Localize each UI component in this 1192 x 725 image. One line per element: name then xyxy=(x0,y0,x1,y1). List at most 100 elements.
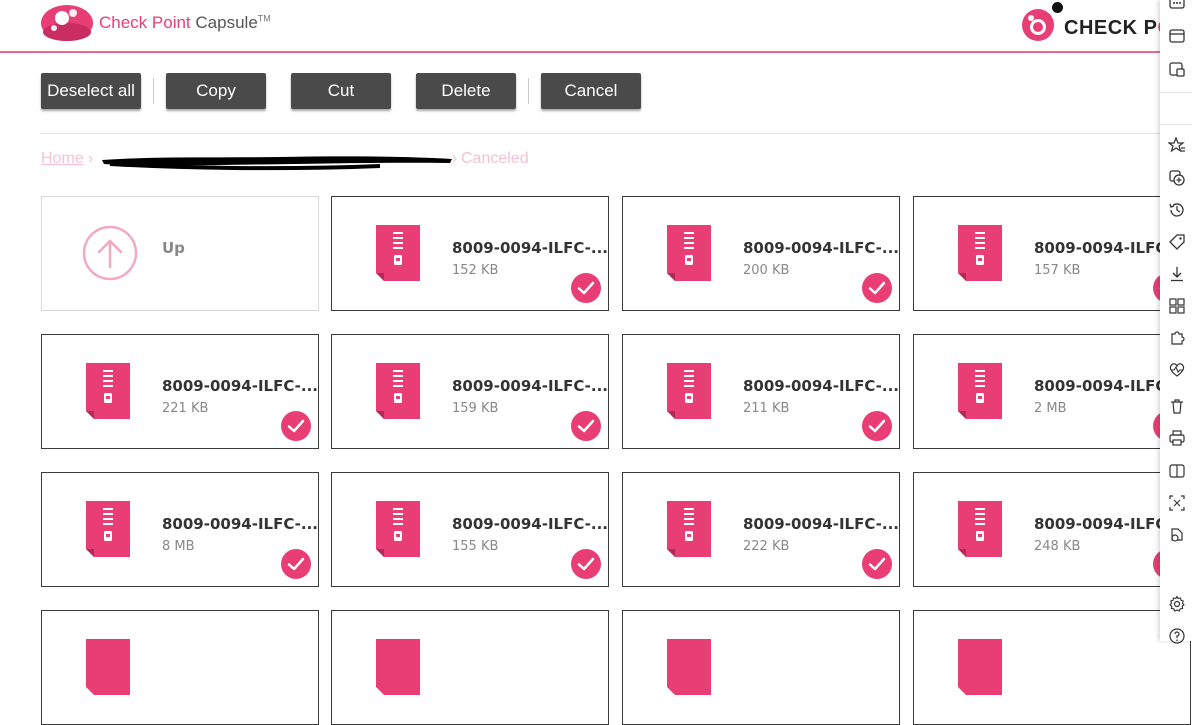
file-tile[interactable] xyxy=(622,610,900,725)
breadcrumb-separator: › xyxy=(452,150,458,167)
selected-check-icon[interactable] xyxy=(571,549,601,579)
health-icon[interactable] xyxy=(1168,361,1186,379)
extensions-icon[interactable] xyxy=(1168,329,1186,347)
collections-icon[interactable] xyxy=(1168,60,1186,78)
zip-file-icon xyxy=(667,225,711,281)
file-tile[interactable]: 8009-0094-ILFC-... 221 KB xyxy=(41,334,319,449)
sidebar-divider xyxy=(1160,92,1192,93)
tab-icon[interactable] xyxy=(1168,27,1186,45)
zip-file-icon xyxy=(376,363,420,419)
sidebar-divider xyxy=(1160,124,1192,125)
file-tile[interactable]: 8009-0094-ILFC-... 248 KB xyxy=(913,472,1191,587)
checkpoint-logo-icon xyxy=(1022,9,1054,41)
file-size: 211 KB xyxy=(743,401,790,416)
breadcrumb-separator: › xyxy=(88,150,94,167)
notification-dot xyxy=(1052,2,1063,13)
file-tile[interactable]: 8009-0094-ILFC-... 2 MB xyxy=(913,334,1191,449)
apps-icon[interactable] xyxy=(1168,297,1186,315)
file-name: 8009-0094-ILFC-... xyxy=(743,515,900,533)
file-name: 8009-0094-ILFC-... xyxy=(743,239,900,257)
selected-check-icon[interactable] xyxy=(571,273,601,303)
selected-check-icon[interactable] xyxy=(862,273,892,303)
breadcrumb-home-link[interactable]: Home xyxy=(41,150,84,167)
delete-icon[interactable] xyxy=(1168,397,1186,415)
history-icon[interactable] xyxy=(1168,201,1186,219)
selected-check-icon[interactable] xyxy=(862,411,892,441)
tag-icon[interactable] xyxy=(1168,233,1186,251)
zip-file-icon xyxy=(86,639,130,695)
zip-file-icon xyxy=(958,639,1002,695)
browser-sidebar xyxy=(1160,0,1192,644)
capsule-logo-icon xyxy=(41,5,93,41)
file-tile[interactable] xyxy=(331,610,609,725)
breadcrumb: Home xyxy=(41,150,84,168)
up-label: Up xyxy=(162,239,185,257)
arrow-up-icon xyxy=(82,225,138,281)
partner-brand: CHECK PO xyxy=(1064,17,1174,40)
file-size: 200 KB xyxy=(743,263,790,278)
file-size: 152 KB xyxy=(452,263,499,278)
selected-check-icon[interactable] xyxy=(281,549,311,579)
file-size: 2 MB xyxy=(1034,401,1067,416)
file-size: 159 KB xyxy=(452,401,499,416)
download-icon[interactable] xyxy=(1168,265,1186,283)
redacted-path-scribble xyxy=(102,156,452,171)
more-icon[interactable] xyxy=(1168,0,1186,12)
file-size: 155 KB xyxy=(452,539,499,554)
share-icon[interactable] xyxy=(1168,526,1186,544)
app-header: Check Point CapsuleTM CHECK PO xyxy=(0,0,1173,53)
favorites-icon[interactable] xyxy=(1168,136,1186,154)
delete-button[interactable]: Delete xyxy=(416,73,516,109)
split-screen-icon[interactable] xyxy=(1168,462,1186,480)
zip-file-icon xyxy=(958,225,1002,281)
deselect-all-button[interactable]: Deselect all xyxy=(41,73,141,109)
file-size: 221 KB xyxy=(162,401,209,416)
file-name: 8009-0094-ILFC-... xyxy=(743,377,900,395)
toolbar-separator-line xyxy=(40,133,1160,134)
toolbar-divider xyxy=(153,78,154,104)
zip-file-icon xyxy=(667,501,711,557)
file-name: 8009-0094-ILFC-... xyxy=(162,377,319,395)
selected-check-icon[interactable] xyxy=(862,549,892,579)
file-tile[interactable]: 8009-0094-ILFC-... 152 KB xyxy=(331,196,609,311)
zip-file-icon xyxy=(958,363,1002,419)
up-folder-tile[interactable]: Up xyxy=(41,196,319,311)
file-size: 248 KB xyxy=(1034,539,1081,554)
brand-tm: TM xyxy=(257,13,271,24)
settings-icon[interactable] xyxy=(1168,595,1186,613)
toolbar-divider xyxy=(528,78,529,104)
zip-file-icon xyxy=(376,501,420,557)
zip-file-icon xyxy=(86,501,130,557)
file-tile[interactable]: 8009-0094-ILFC-... 157 KB xyxy=(913,196,1191,311)
cancel-button[interactable]: Cancel xyxy=(541,73,641,109)
selected-check-icon[interactable] xyxy=(571,411,601,441)
file-tile[interactable]: 8009-0094-ILFC-... 200 KB xyxy=(622,196,900,311)
screenshot-icon[interactable] xyxy=(1168,494,1186,512)
file-size: 8 MB xyxy=(162,539,195,554)
file-tile[interactable]: 8009-0094-ILFC-... 155 KB xyxy=(331,472,609,587)
file-name: 8009-0094-ILFC-... xyxy=(452,377,609,395)
file-tile[interactable]: 8009-0094-ILFC-... 159 KB xyxy=(331,334,609,449)
file-name: 8009-0094-ILFC-... xyxy=(452,239,609,257)
file-tile[interactable] xyxy=(913,610,1191,725)
help-icon[interactable] xyxy=(1168,627,1186,645)
copy-button[interactable]: Copy xyxy=(166,73,266,109)
breadcrumb-current: Canceled xyxy=(461,150,529,167)
file-tile[interactable]: 8009-0094-ILFC-... 8 MB xyxy=(41,472,319,587)
file-name: 8009-0094-ILFC-... xyxy=(452,515,609,533)
zip-file-icon xyxy=(376,225,420,281)
selected-check-icon[interactable] xyxy=(281,411,311,441)
brand-title: Check Point CapsuleTM xyxy=(99,13,271,33)
copy-icon[interactable] xyxy=(1168,169,1186,187)
file-tile[interactable]: 8009-0094-ILFC-... 222 KB xyxy=(622,472,900,587)
zip-file-icon xyxy=(958,501,1002,557)
file-tile[interactable]: 8009-0094-ILFC-... 211 KB xyxy=(622,334,900,449)
zip-file-icon xyxy=(86,363,130,419)
cut-button[interactable]: Cut xyxy=(291,73,391,109)
brand-main: Check Point xyxy=(99,13,191,32)
file-tile[interactable] xyxy=(41,610,319,725)
print-icon[interactable] xyxy=(1168,429,1186,447)
zip-file-icon xyxy=(667,363,711,419)
zip-file-icon xyxy=(376,639,420,695)
partner-text: CHECK P xyxy=(1064,17,1158,39)
